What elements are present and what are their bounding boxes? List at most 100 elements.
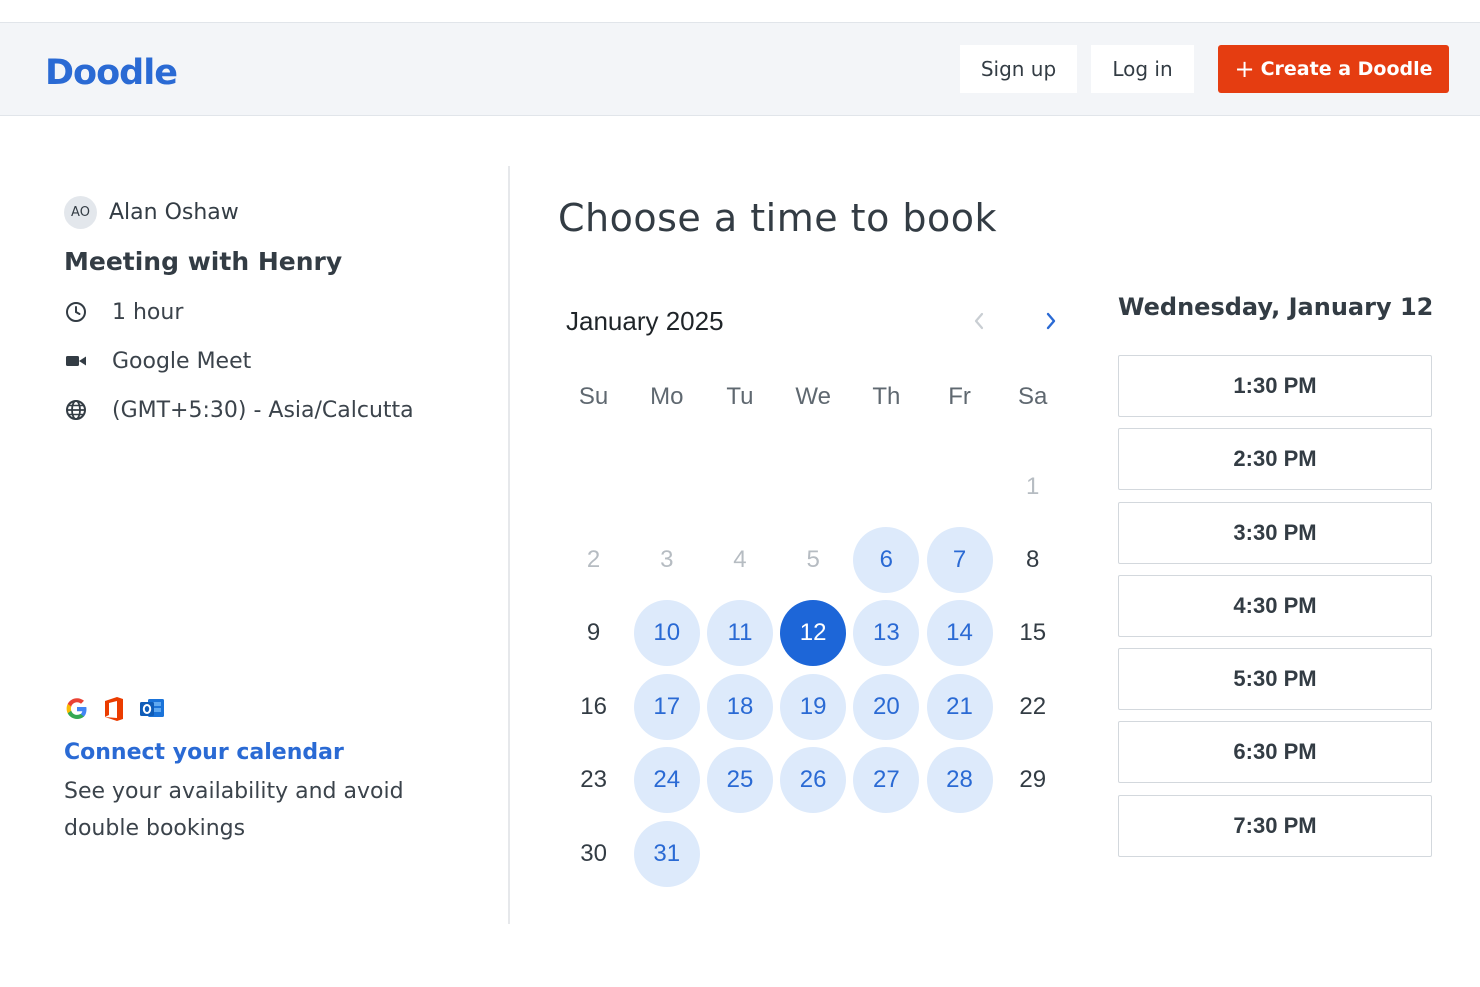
meeting-title: Meeting with Henry [64, 247, 343, 276]
doodle-logo[interactable]: Doodle [45, 53, 178, 93]
clock-icon [64, 300, 88, 324]
calendar-day[interactable]: 20 [850, 670, 923, 743]
calendar-blank-cell [923, 450, 996, 523]
calendar-day[interactable]: 10 [630, 597, 703, 670]
calendar-day-number: 19 [799, 692, 827, 720]
calendar-day-number: 23 [580, 766, 607, 794]
panel-divider [508, 166, 510, 924]
calendar-blank-cell [850, 450, 923, 523]
calendar-day[interactable]: 11 [703, 597, 776, 670]
next-month-button[interactable] [1036, 306, 1066, 336]
previous-month-button[interactable] [964, 306, 994, 336]
duration-row: 1 hour [64, 299, 484, 325]
time-slot-button[interactable]: 6:30 PM [1118, 721, 1432, 784]
log-in-button[interactable]: Log in [1091, 45, 1194, 93]
google-icon [64, 696, 90, 726]
calendar-day-number: 21 [946, 692, 973, 720]
calendar-day-selected[interactable]: 12 [777, 597, 850, 670]
create-doodle-button[interactable]: + Create a Doodle [1218, 45, 1449, 93]
calendar-day-number: 20 [872, 692, 900, 720]
weekday-label: Su [578, 383, 609, 410]
globe-icon [64, 398, 88, 422]
calendar-day-number: 12 [799, 619, 827, 647]
avatar: AO [64, 196, 97, 229]
calendar-blank-cell [630, 450, 703, 523]
weekday-label: Tu [726, 383, 754, 410]
calendar-day-number: 15 [1019, 619, 1047, 647]
calendar-day[interactable]: 13 [850, 597, 923, 670]
calendar-day-number: 28 [946, 766, 973, 794]
calendar-day-number: 25 [726, 766, 754, 794]
calendar-day-number: 16 [580, 692, 607, 720]
calendar-day-number: 9 [586, 619, 601, 647]
calendar-day[interactable]: 19 [777, 670, 850, 743]
time-slot-list: 1:30 PM 2:30 PM 3:30 PM 4:30 PM 5:30 PM 6:30 … [1118, 355, 1432, 868]
calendar-day-number: 18 [726, 692, 754, 720]
calendar-day: 4 [703, 523, 776, 596]
calendar-day-number: 24 [653, 766, 681, 794]
calendar-day-number: 17 [653, 692, 681, 720]
calendar-day[interactable]: 21 [923, 670, 996, 743]
calendar-day[interactable]: 18 [703, 670, 776, 743]
calendar-day[interactable]: 24 [630, 744, 703, 817]
outlook-icon [138, 697, 166, 725]
host-row: AO Alan Oshaw [64, 196, 484, 229]
calendar-day-number: 7 [952, 546, 967, 574]
calendar-day: 1 [996, 450, 1069, 523]
selected-date-label: Wednesday, January 12 [1118, 293, 1434, 321]
chevron-left-icon [974, 312, 984, 330]
sign-up-button[interactable]: Sign up [960, 45, 1077, 93]
calendar-day-grid: 1 2 3 4 5 6 7 8 9 10 11 12 13 14 15 16 17 18 19 20 21 22 23 24 2… [557, 450, 1069, 890]
timezone-text: (GMT+5:30) - Asia/Calcutta [112, 397, 414, 423]
calendar-day[interactable]: 25 [703, 744, 776, 817]
calendar-day-number: 14 [946, 619, 973, 647]
calendar-day-number: 3 [660, 546, 674, 574]
event-details-panel: AO Alan Oshaw Meeting with Henry 1 hour … [64, 196, 484, 423]
location-row: Google Meet [64, 348, 484, 374]
calendar-day[interactable]: 26 [777, 744, 850, 817]
top-navigation-bar: Doodle Sign up Log in + Create a Doodle [0, 22, 1480, 116]
calendar-day[interactable]: 14 [923, 597, 996, 670]
time-slot-button[interactable]: 5:30 PM [1118, 648, 1432, 711]
month-label: January 2025 [566, 306, 724, 336]
connect-calendar-description: See your availability and avoid double b… [64, 779, 404, 841]
calendar-day-number: 1 [1026, 472, 1040, 500]
calendar-day[interactable]: 17 [630, 670, 703, 743]
calendar-day: 15 [996, 597, 1069, 670]
calendar-day[interactable]: 27 [850, 744, 923, 817]
location-text: Google Meet [112, 348, 252, 374]
calendar-day-number: 29 [1019, 766, 1047, 794]
weekday-label: We [795, 383, 831, 410]
calendar-day-number: 13 [872, 619, 900, 647]
chevron-right-icon [1046, 312, 1056, 330]
time-slot-button[interactable]: 3:30 PM [1118, 501, 1432, 564]
calendar-day[interactable]: 28 [923, 744, 996, 817]
time-slot-button[interactable]: 2:30 PM [1118, 428, 1432, 491]
calendar-day-number: 2 [586, 546, 601, 574]
calendar-day-number: 22 [1019, 692, 1047, 720]
timezone-row: (GMT+5:30) - Asia/Calcutta [64, 397, 484, 423]
calendar-day-number: 10 [653, 619, 681, 647]
calendar-day-number: 30 [580, 839, 607, 867]
time-slot-button[interactable]: 1:30 PM [1118, 355, 1432, 417]
calendar-day[interactable]: 7 [923, 523, 996, 596]
time-slot-button[interactable]: 4:30 PM [1118, 574, 1432, 637]
office-icon [102, 696, 126, 726]
time-slot-button[interactable]: 7:30 PM [1118, 794, 1432, 857]
calendar-day-number: 27 [872, 766, 900, 794]
calendar-day-number: 5 [806, 546, 820, 574]
plus-icon: + [1234, 55, 1255, 83]
calendar-blank-cell [777, 450, 850, 523]
calendar-day-number: 11 [727, 619, 753, 647]
weekday-label: Th [872, 383, 901, 410]
calendar-day[interactable]: 31 [630, 817, 703, 890]
calendar-day-number: 4 [733, 546, 747, 574]
calendar-day: 8 [996, 523, 1069, 596]
calendar-day[interactable]: 6 [850, 523, 923, 596]
video-camera-icon [64, 349, 88, 373]
connect-calendar-link[interactable]: Connect your calendar [64, 740, 464, 765]
calendar-day: 29 [996, 744, 1069, 817]
calendar-day: 23 [557, 744, 630, 817]
calendar-day: 5 [777, 523, 850, 596]
weekday-header: Su Mo Tu We Th Fr Sa [557, 383, 1069, 411]
